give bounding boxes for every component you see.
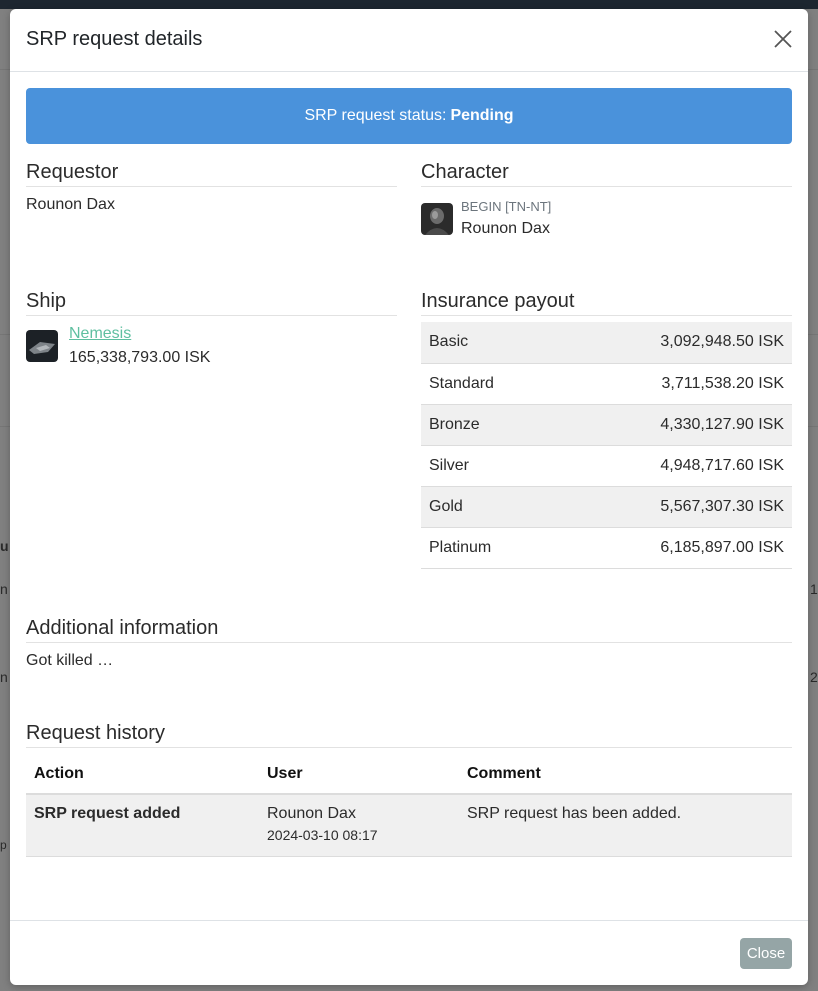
ship-icon	[26, 330, 58, 362]
insurance-payout: 6,185,897.00 ISK	[557, 527, 792, 569]
insurance-table: Basic 3,092,948.50 ISK Standard 3,711,538.2…	[421, 322, 792, 569]
insurance-level: Standard	[421, 363, 558, 405]
background-text: 2	[810, 669, 818, 685]
background-divider	[808, 426, 818, 427]
background-top-bar	[0, 0, 818, 9]
ship-heading: Ship	[26, 290, 397, 316]
background-text: n	[0, 581, 8, 597]
status-banner: SRP request status: Pending	[26, 88, 792, 144]
insurance-level: Silver	[421, 445, 558, 487]
modal-title: SRP request details	[26, 28, 203, 50]
history-comment: SRP request has been added.	[459, 794, 792, 857]
close-icon[interactable]	[772, 28, 794, 50]
additional-info-text: Got killed …	[26, 652, 114, 669]
character-heading: Character	[421, 161, 792, 187]
history-user: Rounon Dax	[267, 805, 356, 822]
insurance-payout: 5,567,307.30 ISK	[557, 486, 792, 528]
srp-request-modal: SRP request details SRP request status: …	[10, 9, 808, 985]
insurance-row: Basic 3,092,948.50 ISK	[421, 322, 792, 364]
insurance-level: Bronze	[421, 404, 558, 446]
insurance-payout: 3,092,948.50 ISK	[557, 322, 792, 364]
background-divider	[808, 69, 818, 70]
column-header-action: Action	[26, 754, 259, 795]
insurance-level: Basic	[421, 322, 558, 364]
requestor-name: Rounon Dax	[26, 196, 115, 213]
additional-info-heading: Additional information	[26, 617, 792, 643]
background-divider	[0, 69, 10, 70]
ship-link[interactable]: Nemesis	[69, 325, 131, 343]
history-user-cell: Rounon Dax 2024-03-10 08:17	[259, 794, 459, 857]
column-header-user: User	[259, 754, 459, 795]
history-date: 2024-03-10 08:17	[267, 827, 378, 843]
background-divider	[808, 334, 818, 335]
request-history-table: Action User Comment SRP request added Ro…	[26, 754, 792, 857]
background-text: n	[0, 669, 8, 685]
request-history-heading: Request history	[26, 722, 792, 748]
insurance-heading: Insurance payout	[421, 290, 792, 316]
status-label: SRP request status:	[304, 107, 447, 124]
table-row: SRP request added Rounon Dax 2024-03-10 …	[26, 794, 792, 857]
insurance-payout: 4,948,717.60 ISK	[557, 445, 792, 487]
modal-footer: Close	[10, 920, 808, 985]
insurance-level: Platinum	[421, 527, 558, 569]
insurance-payout: 3,711,538.20 ISK	[557, 363, 792, 405]
background-text: p	[0, 838, 7, 852]
insurance-row: Standard 3,711,538.20 ISK	[421, 363, 792, 405]
insurance-row: Bronze 4,330,127.90 ISK	[421, 404, 792, 446]
modal-header: SRP request details	[10, 9, 808, 72]
ship-value: 165,338,793.00 ISK	[69, 349, 211, 366]
insurance-row: Gold 5,567,307.30 ISK	[421, 486, 792, 528]
insurance-row: Silver 4,948,717.60 ISK	[421, 445, 792, 487]
status-value: Pending	[450, 107, 514, 124]
column-header-comment: Comment	[459, 754, 792, 795]
insurance-level: Gold	[421, 486, 558, 528]
background-divider	[0, 426, 10, 427]
history-action: SRP request added	[26, 794, 259, 857]
character-name: Rounon Dax	[461, 220, 550, 237]
requestor-heading: Requestor	[26, 161, 397, 187]
table-header-row: Action User Comment	[26, 754, 792, 795]
background-divider	[0, 334, 10, 335]
insurance-row: Platinum 6,185,897.00 ISK	[421, 527, 792, 569]
background-text: 1	[810, 581, 818, 597]
close-button[interactable]: Close	[740, 938, 792, 969]
background-text: u	[0, 538, 9, 554]
character-corporation: BEGIN [TN-NT]	[461, 199, 552, 214]
character-portrait	[421, 203, 453, 235]
insurance-payout: 4,330,127.90 ISK	[557, 404, 792, 446]
